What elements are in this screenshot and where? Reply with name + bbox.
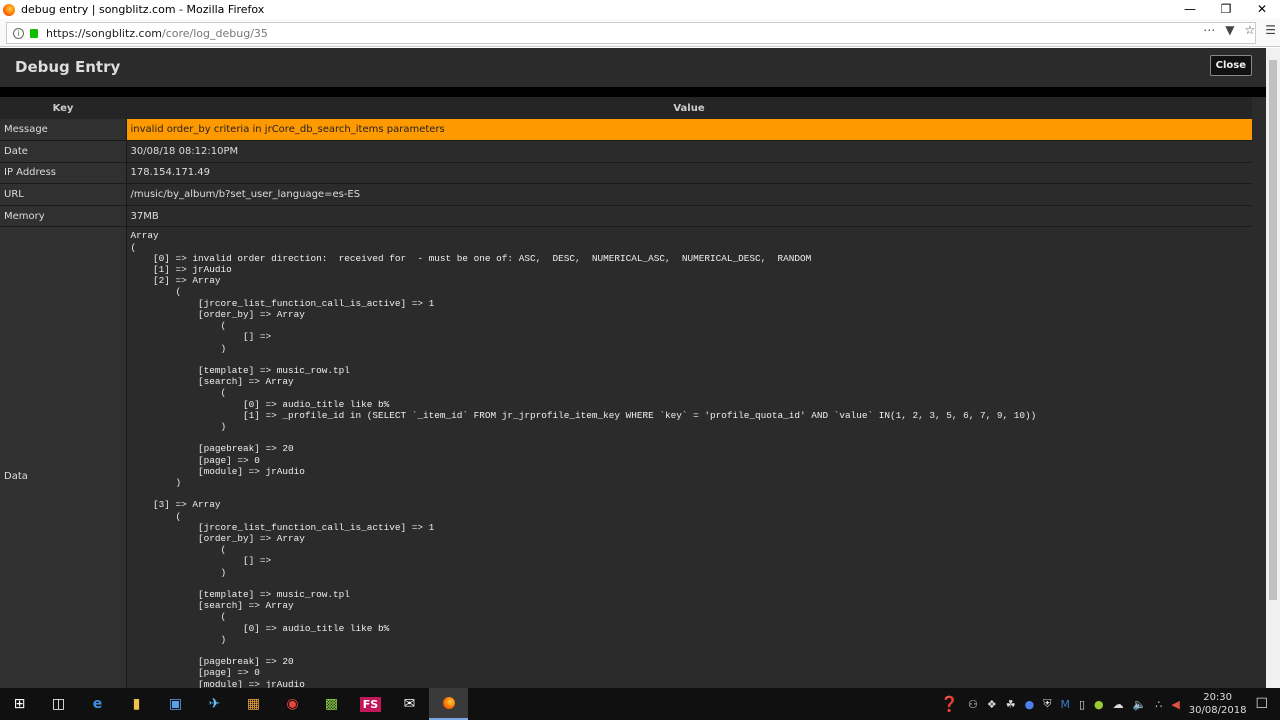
debug-page: Debug Entry Close Key Value Message invali… — [0, 48, 1266, 688]
column-header-value: Value — [126, 97, 1252, 119]
volume-icon[interactable]: 🔈 — [1133, 698, 1147, 711]
scrollbar[interactable] — [1266, 48, 1280, 688]
close-button[interactable]: Close — [1209, 55, 1252, 76]
app-icon[interactable]: ✈ — [195, 688, 234, 720]
clock-date: 30/08/2018 — [1188, 705, 1247, 716]
divider — [0, 87, 1266, 97]
row-value: invalid order_by criteria in jrCore_db_s… — [126, 119, 1252, 142]
taskbar: ⊞ ◫ e ▮ ▣ ✈ ▦ ◉ ▩ FS ✉ ❓ ⚇ ❖ ☘ ● ⛨ M ▯ ●… — [0, 688, 1280, 720]
page-actions-icon[interactable]: ⋯ — [1203, 23, 1215, 37]
row-key: Data — [0, 226, 127, 688]
firefox-taskbar-icon[interactable] — [429, 688, 468, 720]
firefox-icon — [3, 3, 15, 16]
pocket-icon[interactable]: ▼ — [1225, 23, 1234, 37]
scrollbar-thumb[interactable] — [1269, 60, 1277, 600]
notifications-icon[interactable]: ☐ — [1255, 696, 1268, 712]
row-value: 178.154.171.49 — [126, 162, 1252, 185]
table-row-data: Data Array ( [0] => invalid order directi… — [0, 226, 1252, 688]
table-row-url: URL/music/by_album/b?set_user_language=e… — [0, 183, 1252, 206]
notes-icon[interactable]: ▦ — [234, 688, 273, 720]
close-window-button[interactable]: ✕ — [1244, 0, 1280, 19]
system-tray: ❓ ⚇ ❖ ☘ ● ⛨ M ▯ ● ☁ 🔈 ∴ ◀ 20:30 30/08/201… — [940, 688, 1280, 720]
wifi-icon[interactable]: ∴ — [1155, 698, 1162, 711]
onedrive-icon[interactable]: ☁ — [1113, 698, 1124, 711]
malwarebytes-icon[interactable]: M — [1060, 698, 1070, 711]
url-path: /core/log_debug/35 — [162, 26, 268, 40]
bookmark-star-icon[interactable]: ☆ — [1244, 23, 1255, 37]
row-key: Date — [0, 140, 127, 163]
usb-icon[interactable]: ▯ — [1079, 698, 1085, 711]
window-title: debug entry | songblitz.com - Mozilla Fi… — [21, 3, 265, 16]
data-dump: Array ( [0] => invalid order direction: … — [130, 230, 1037, 688]
people-icon[interactable]: ⚇ — [968, 698, 978, 711]
paint-icon[interactable]: ▩ — [312, 688, 351, 720]
table-row-message: Message invalid order_by criteria in jrCo… — [0, 119, 1252, 142]
info-icon[interactable]: i — [13, 27, 24, 39]
fs-app-icon[interactable]: FS — [351, 688, 390, 720]
update-icon[interactable]: ● — [1025, 698, 1035, 711]
row-key: URL — [0, 183, 127, 206]
table-row-date: Date 30/08/18 08:12:10PM — [0, 140, 1252, 163]
dropbox-icon[interactable]: ❖ — [987, 698, 997, 711]
file-explorer-icon[interactable]: ▮ — [117, 688, 156, 720]
edge-icon[interactable]: e — [78, 688, 117, 720]
debug-table: Key Value Message invalid order_by criteri… — [0, 97, 1252, 688]
navigation-bar: i https://songblitz.com/core/log_debug/3… — [0, 19, 1280, 47]
restore-button[interactable]: ❐ — [1208, 0, 1244, 19]
row-value: 37MB — [126, 205, 1252, 228]
chrome-icon[interactable]: ◉ — [273, 688, 312, 720]
row-key: Memory — [0, 205, 127, 228]
green-app-icon[interactable]: ● — [1094, 698, 1104, 711]
muted-icon[interactable]: ◀ — [1171, 698, 1179, 711]
table-row-ip: IP Address 178.154.171.49 — [0, 162, 1252, 185]
tray-app-icon[interactable]: ☘ — [1006, 698, 1016, 711]
lock-icon — [30, 28, 38, 38]
url-input[interactable]: i https://songblitz.com/core/log_debug/3… — [6, 22, 1256, 44]
column-header-key: Key — [0, 97, 126, 119]
clock[interactable]: 20:30 30/08/2018 — [1189, 691, 1247, 717]
row-value: /music/by_album/b?set_user_language=es-E… — [126, 183, 1252, 206]
security-icon[interactable]: ⛨ — [1043, 697, 1051, 711]
mail-icon[interactable]: ✉ — [390, 688, 429, 720]
url-host: https://songblitz.com — [46, 26, 163, 40]
store-icon[interactable]: ▣ — [156, 688, 195, 720]
start-button[interactable]: ⊞ — [0, 688, 39, 720]
row-value: 30/08/18 08:12:10PM — [126, 140, 1252, 163]
row-key: Message — [0, 119, 127, 142]
clock-time: 20:30 — [1203, 692, 1233, 703]
page-title: Debug Entry — [15, 58, 121, 76]
task-view-icon[interactable]: ◫ — [39, 688, 78, 720]
help-icon[interactable]: ❓ — [940, 695, 959, 713]
row-key: IP Address — [0, 162, 127, 185]
minimize-button[interactable]: — — [1172, 0, 1208, 19]
title-bar: debug entry | songblitz.com - Mozilla Fi… — [0, 0, 1280, 19]
table-row-memory: Memory 37MB — [0, 205, 1252, 228]
menu-icon[interactable]: ☰ — [1265, 23, 1276, 37]
